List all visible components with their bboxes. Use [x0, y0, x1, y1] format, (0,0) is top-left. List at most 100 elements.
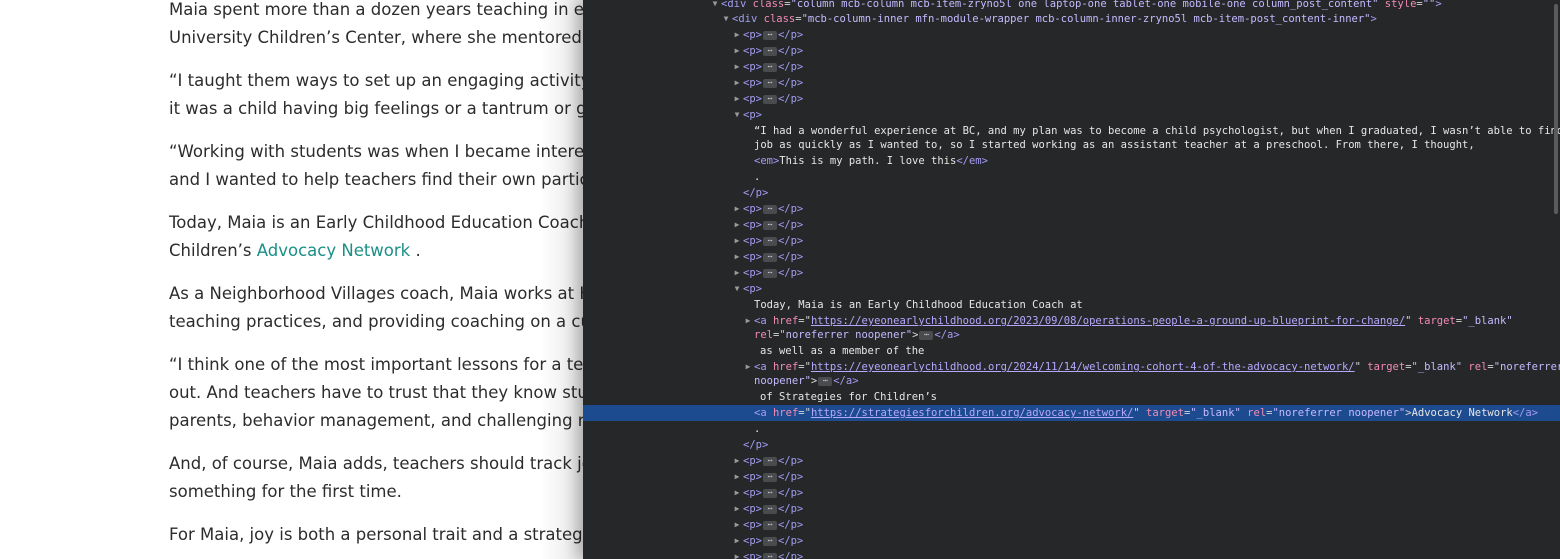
collapse-triangle-icon[interactable]: ▼	[732, 281, 742, 297]
ellipsis-icon[interactable]: ⋯	[762, 236, 777, 246]
tag-name: <p>	[743, 283, 762, 295]
expand-triangle-icon[interactable]: ▶	[732, 249, 742, 265]
ellipsis-icon[interactable]: ⋯	[762, 78, 777, 88]
attr-value: "_blank"	[1411, 361, 1463, 373]
ellipsis-icon[interactable]: ⋯	[762, 552, 777, 559]
attr-name: href	[772, 361, 799, 373]
dom-node-p-collapsed[interactable]: ▶ <p> ⋯ </p>	[583, 265, 1560, 281]
dom-node-p-collapsed[interactable]: ▶ <p> ⋯ </p>	[583, 201, 1560, 217]
tag-name: <p>	[743, 267, 762, 279]
ellipsis-icon[interactable]: ⋯	[919, 330, 934, 340]
tag-close: </p>	[777, 235, 804, 247]
dom-node-p-collapsed[interactable]: ▶ <p> ⋯ </p>	[583, 233, 1560, 249]
text-node[interactable]: job as quickly as I wanted to, so I star…	[583, 137, 1560, 153]
text-node-content: This is my path. I love this	[779, 155, 957, 167]
ellipsis-icon[interactable]: ⋯	[762, 220, 777, 230]
tag-close: </p>	[777, 77, 804, 89]
ellipsis-icon[interactable]: ⋯	[762, 456, 777, 466]
dom-node-p-collapsed[interactable]: ▶ <p> ⋯ </p>	[583, 217, 1560, 233]
ellipsis-icon[interactable]: ⋯	[762, 520, 777, 530]
tag-close: </p>	[777, 45, 804, 57]
expand-triangle-icon[interactable]: ▶	[732, 517, 742, 533]
ellipsis-icon[interactable]: ⋯	[762, 62, 777, 72]
ellipsis-icon[interactable]: ⋯	[762, 504, 777, 514]
collapse-triangle-icon[interactable]: ▼	[732, 107, 742, 123]
tag-close: </p>	[743, 439, 769, 451]
ellipsis-icon[interactable]: ⋯	[762, 472, 777, 482]
tag-close: </p>	[777, 519, 804, 531]
expand-triangle-icon[interactable]: ▶	[732, 91, 742, 107]
dom-node-p-collapsed[interactable]: ▶ <p> ⋯ </p>	[583, 249, 1560, 265]
expand-triangle-icon[interactable]: ▶	[732, 75, 742, 91]
text-node[interactable]: of Strategies for Children’s	[583, 389, 1560, 405]
expand-triangle-icon[interactable]: ▶	[732, 533, 742, 549]
tag-close: </a>	[934, 329, 960, 341]
href-link[interactable]: https://eyeonearlychildhood.org/2024/11/…	[811, 361, 1355, 373]
ellipsis-icon[interactable]: ⋯	[762, 204, 777, 214]
ellipsis-icon[interactable]: ⋯	[762, 30, 777, 40]
dom-node-p-collapsed[interactable]: ▶ <p> ⋯ </p>	[583, 59, 1560, 75]
dom-node-p-collapsed[interactable]: ▶ <p> ⋯ </p>	[583, 75, 1560, 91]
href-link[interactable]: https://strategiesforchildren.org/advoca…	[811, 407, 1133, 419]
dom-node-p-close[interactable]: </p>	[583, 185, 1560, 201]
ellipsis-icon[interactable]: ⋯	[818, 376, 833, 386]
expand-triangle-icon[interactable]: ▶	[732, 501, 742, 517]
ellipsis-icon[interactable]: ⋯	[762, 46, 777, 56]
dom-node-a-selected[interactable]: <a href="https://strategiesforchildren.o…	[583, 405, 1560, 421]
ellipsis-icon[interactable]: ⋯	[762, 94, 777, 104]
collapse-triangle-icon[interactable]: ▼	[721, 11, 731, 27]
attr-name: rel	[1247, 407, 1267, 419]
expand-triangle-icon[interactable]: ▶	[732, 233, 742, 249]
tag-close: </p>	[777, 29, 804, 41]
dom-node-p-expanded[interactable]: ▼ <p>	[583, 107, 1560, 123]
expand-triangle-icon[interactable]: ▶	[732, 453, 742, 469]
expand-triangle-icon[interactable]: ▶	[732, 43, 742, 59]
attr-name: target	[1367, 361, 1406, 373]
ellipsis-icon[interactable]: ⋯	[762, 252, 777, 262]
expand-triangle-icon[interactable]: ▶	[732, 265, 742, 281]
tag-close: </p>	[777, 503, 804, 515]
expand-triangle-icon[interactable]: ▶	[732, 59, 742, 75]
href-link[interactable]: https://eyeonearlychildhood.org/2023/09/…	[811, 315, 1405, 327]
dom-node-p-collapsed[interactable]: ▶ <p> ⋯ </p>	[583, 27, 1560, 43]
ellipsis-icon[interactable]: ⋯	[762, 488, 777, 498]
attr-value: "_blank"	[1462, 315, 1513, 327]
dom-node-p-collapsed[interactable]: ▶ <p> ⋯ </p>	[583, 549, 1560, 559]
text-node[interactable]: .	[583, 169, 1560, 185]
dom-node-p-collapsed[interactable]: ▶ <p> ⋯ </p>	[583, 91, 1560, 107]
attr-name: href	[772, 315, 799, 327]
tag-name: <p>	[743, 235, 762, 247]
dom-node-em[interactable]: <em>This is my path. I love this</em>	[583, 153, 1560, 169]
expand-triangle-icon[interactable]: ▶	[732, 27, 742, 43]
text-node[interactable]: .	[583, 421, 1560, 437]
tag-name: <p>	[743, 109, 762, 121]
dom-node-p-expanded[interactable]: ▼ <p>	[583, 281, 1560, 297]
dom-node-p-collapsed[interactable]: ▶ <p> ⋯ </p>	[583, 501, 1560, 517]
dom-node-p-collapsed[interactable]: ▶ <p> ⋯ </p>	[583, 469, 1560, 485]
dom-node-div[interactable]: ▼ <div class="mcb-column-inner mfn-modul…	[583, 11, 1560, 27]
expand-triangle-icon[interactable]: ▶	[732, 201, 742, 217]
dom-node-p-collapsed[interactable]: ▶ <p> ⋯ </p>	[583, 517, 1560, 533]
dom-node-a-continued[interactable]: noopener"> ⋯ </a>	[583, 373, 1560, 389]
scrollbar-thumb[interactable]	[1554, 4, 1558, 214]
dom-node-p-close[interactable]: </p>	[583, 437, 1560, 453]
ellipsis-icon[interactable]: ⋯	[762, 268, 777, 278]
attr-name: href	[772, 407, 799, 419]
advocacy-network-link[interactable]: Advocacy Network	[257, 241, 411, 260]
dom-node-p-collapsed[interactable]: ▶ <p> ⋯ </p>	[583, 43, 1560, 59]
expand-triangle-icon[interactable]: ▶	[732, 217, 742, 233]
text-node[interactable]: as well as a member of the	[583, 343, 1560, 359]
expand-triangle-icon[interactable]: ▶	[732, 485, 742, 501]
dom-node-p-collapsed[interactable]: ▶ <p> ⋯ </p>	[583, 485, 1560, 501]
dom-node-a-continued[interactable]: rel="noreferrer noopener"> ⋯ </a>	[583, 327, 1560, 343]
ellipsis-icon[interactable]: ⋯	[762, 536, 777, 546]
expand-triangle-icon[interactable]: ▶	[732, 469, 742, 485]
text-node-content: of Strategies for Children’s	[760, 391, 938, 403]
expand-triangle-icon[interactable]: ▶	[732, 549, 742, 559]
attr-value: "noreferrer	[1493, 361, 1560, 373]
dom-node-p-collapsed[interactable]: ▶ <p> ⋯ </p>	[583, 533, 1560, 549]
text-node[interactable]: Today, Maia is an Early Childhood Educat…	[583, 297, 1560, 313]
dom-node-p-collapsed[interactable]: ▶ <p> ⋯ </p>	[583, 453, 1560, 469]
text-node-content: Advocacy Network	[1411, 407, 1513, 419]
tag-name: <p>	[743, 471, 762, 483]
